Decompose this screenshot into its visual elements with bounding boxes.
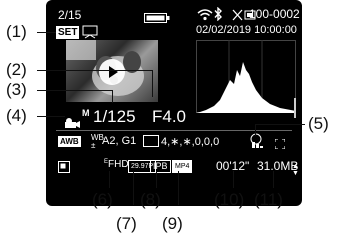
callout-line-3-drop xyxy=(112,90,113,103)
divider xyxy=(56,130,292,131)
movie-mode-label: M xyxy=(82,108,90,118)
callout-line-4 xyxy=(37,116,65,117)
alo-icon xyxy=(250,133,268,154)
callout-line-3 xyxy=(37,90,112,91)
callout-7: (7) xyxy=(116,214,137,233)
callout-3: (3) xyxy=(6,80,27,99)
movie-mode-icon xyxy=(64,115,82,134)
callout-5: (5) xyxy=(308,114,329,133)
callout-line-5-drop xyxy=(255,124,256,136)
scroll-indicator[interactable] xyxy=(294,98,296,118)
callout-10: (10) xyxy=(214,190,245,209)
callout-line-2 xyxy=(37,70,152,71)
image-counter: 2/15 xyxy=(58,8,82,22)
camera-display: 2/15 100-0002 02/02/2019 10:00:00 SET M … xyxy=(46,0,302,206)
drive-icon xyxy=(58,160,70,178)
callout-line-10 xyxy=(233,171,234,188)
callout-6: (6) xyxy=(92,190,113,209)
wb-shift-value: A2, G1 xyxy=(102,135,137,147)
battery-icon xyxy=(144,10,170,28)
callout-line-8 xyxy=(156,171,157,188)
callout-11: (11) xyxy=(254,190,283,209)
histogram xyxy=(196,40,296,113)
white-balance-badge: AWB xyxy=(58,136,81,147)
movie-size-value: FHD xyxy=(108,159,129,170)
format-badge: MP4 xyxy=(172,160,193,173)
date-time: 02/02/2019 10:00:00 xyxy=(196,24,297,36)
af-area-icon xyxy=(274,136,286,150)
shutter-speed: 1/125 xyxy=(93,107,136,126)
file-number: 100-0002 xyxy=(249,7,300,21)
set-badge: SET xyxy=(56,26,80,39)
callout-line-11 xyxy=(273,171,274,188)
compression-badge: IPB xyxy=(150,160,171,173)
callout-4: (4) xyxy=(6,106,27,125)
movie-size: EFHD xyxy=(104,159,129,170)
callout-2: (2) xyxy=(6,60,27,79)
callout-line-2-drop xyxy=(152,70,153,97)
callout-line-7 xyxy=(133,171,134,205)
play-icon[interactable] xyxy=(98,58,126,91)
aperture-value: F4.0 xyxy=(152,107,187,126)
callout-line-6 xyxy=(109,171,110,188)
callout-line-5 xyxy=(255,124,305,125)
scroll-arrows-icon[interactable]: ▲ ▼ xyxy=(292,163,299,177)
picture-style-value: 4,∗,∗,0,0,0 xyxy=(161,136,220,148)
callout-1: (1) xyxy=(6,22,27,41)
callout-line-1 xyxy=(37,32,56,33)
callout-8: (8) xyxy=(140,190,161,209)
callout-9: (9) xyxy=(162,214,183,233)
picture-style-icon xyxy=(143,135,159,147)
callout-line-9 xyxy=(178,171,179,205)
